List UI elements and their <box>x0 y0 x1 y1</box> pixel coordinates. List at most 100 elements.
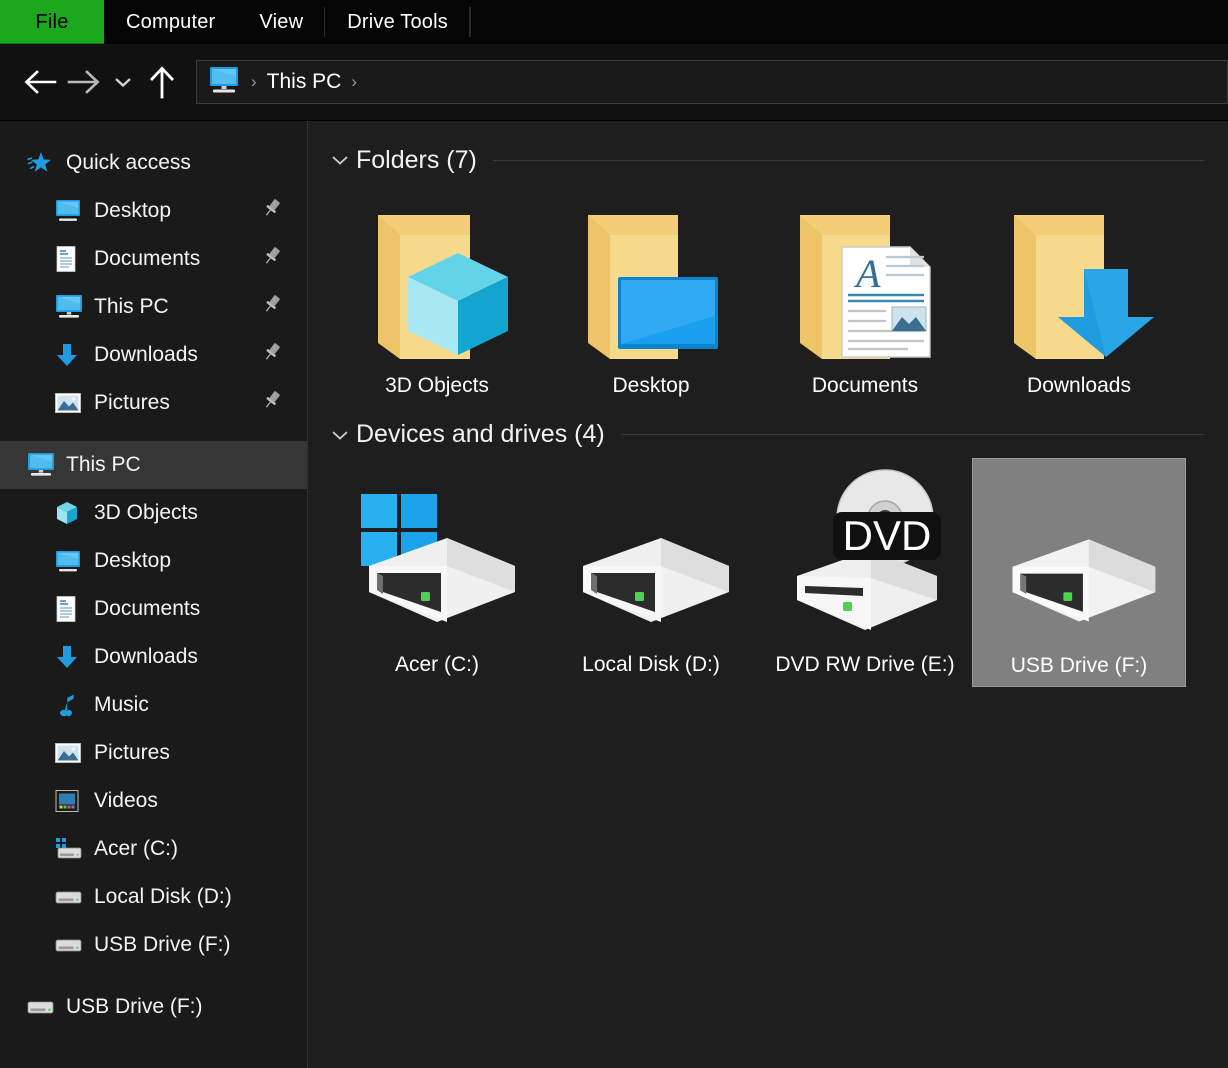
downloads-arrow-icon <box>54 643 92 671</box>
group-header-devices[interactable]: Devices and drives (4) <box>330 418 1228 452</box>
file-explorer-window: File Computer View Drive Tools <box>0 0 1228 1068</box>
dvd-drive-icon: DVD <box>775 466 955 646</box>
sidebar-label: This PC <box>94 295 169 319</box>
sidebar-label: This PC <box>66 453 141 477</box>
documents-icon <box>54 595 92 623</box>
group-title: Folders (7) <box>356 146 477 175</box>
tile-local-disk-d[interactable]: Local Disk (D:) <box>544 458 758 687</box>
pin-icon[interactable] <box>261 293 283 321</box>
drive-icon <box>54 934 92 956</box>
back-icon[interactable] <box>18 60 62 104</box>
sidebar-label: Music <box>94 693 149 717</box>
sidebar-label: Pictures <box>94 741 170 765</box>
tab-view[interactable]: View <box>237 0 325 44</box>
dvd-badge-text: DVD <box>843 512 932 559</box>
sidebar-item-pictures[interactable]: Pictures <box>0 729 307 777</box>
sidebar-label: Local Disk (D:) <box>94 885 232 909</box>
sidebar-item-desktop[interactable]: Desktop <box>0 537 307 585</box>
tile-label: Downloads <box>1027 373 1131 400</box>
system-drive-icon <box>347 466 527 646</box>
sidebar-item-desktop-quick[interactable]: Desktop <box>0 187 307 235</box>
items-view[interactable]: Folders (7) 3D Obj <box>308 121 1228 1068</box>
sidebar-item-music[interactable]: Music <box>0 681 307 729</box>
group-rule <box>621 434 1204 435</box>
folder-desktop-icon <box>566 191 736 367</box>
breadcrumb-this-pc[interactable]: This PC <box>267 70 342 94</box>
this-pc-icon <box>54 294 92 320</box>
sidebar-label: Desktop <box>94 199 171 223</box>
pin-icon[interactable] <box>261 341 283 369</box>
sidebar-spacer <box>0 427 307 441</box>
cube-icon <box>54 500 92 526</box>
tile-documents[interactable]: A Documents <box>758 183 972 406</box>
sidebar-item-3d-objects[interactable]: 3D Objects <box>0 489 307 537</box>
breadcrumb-separator-1[interactable]: › <box>347 72 361 92</box>
tab-computer[interactable]: Computer <box>104 0 237 44</box>
sidebar-label: Videos <box>94 789 158 813</box>
sidebar-label: Desktop <box>94 549 171 573</box>
tile-acer-c[interactable]: Acer (C:) <box>330 458 544 687</box>
drive-tiles: Acer (C:) Local Disk (D:) <box>330 458 1228 691</box>
group-header-folders[interactable]: Folders (7) <box>330 143 1228 177</box>
sidebar-item-this-pc-quick[interactable]: This PC <box>0 283 307 331</box>
sidebar-item-local-disk-d[interactable]: Local Disk (D:) <box>0 873 307 921</box>
usb-drive-icon <box>989 467 1169 647</box>
chevron-down-icon[interactable] <box>330 153 356 167</box>
tile-desktop[interactable]: Desktop <box>544 183 758 406</box>
pin-icon[interactable] <box>261 389 283 417</box>
ribbon-tab-filler <box>470 0 1228 44</box>
sidebar-item-quick-access[interactable]: Quick access <box>0 139 307 187</box>
forward-icon[interactable] <box>62 60 106 104</box>
pin-icon[interactable] <box>261 245 283 273</box>
sidebar-label: USB Drive (F:) <box>94 933 231 957</box>
sidebar-item-usb-drive-f[interactable]: USB Drive (F:) <box>0 921 307 969</box>
pictures-icon <box>54 741 92 765</box>
sidebar-item-pictures-quick[interactable]: Pictures <box>0 379 307 427</box>
explorer-body: Quick access Desktop <box>0 121 1228 1068</box>
ribbon-tab-bar: File Computer View Drive Tools <box>0 0 1228 44</box>
sidebar-item-usb-drive-f-root[interactable]: USB Drive (F:) <box>0 983 307 1031</box>
svg-text:A: A <box>853 251 881 296</box>
tile-label: Local Disk (D:) <box>582 652 720 679</box>
tile-3d-objects[interactable]: 3D Objects <box>330 183 544 406</box>
this-pc-icon <box>207 65 241 100</box>
chevron-down-icon[interactable] <box>330 428 356 442</box>
sidebar-label: Documents <box>94 247 200 271</box>
pin-icon[interactable] <box>261 197 283 225</box>
up-icon[interactable] <box>140 60 184 104</box>
sidebar-item-downloads[interactable]: Downloads <box>0 633 307 681</box>
folder-tiles: 3D Objects Desktop <box>330 183 1228 410</box>
sidebar-spacer-2 <box>0 969 307 983</box>
sidebar-item-videos[interactable]: Videos <box>0 777 307 825</box>
sidebar-item-documents[interactable]: Documents <box>0 585 307 633</box>
tile-label: Documents <box>812 373 918 400</box>
tile-label: 3D Objects <box>385 373 489 400</box>
sidebar-item-acer-c[interactable]: Acer (C:) <box>0 825 307 873</box>
tab-drive-tools[interactable]: Drive Tools <box>325 0 470 44</box>
navigation-pane[interactable]: Quick access Desktop <box>0 121 308 1068</box>
folder-3d-objects-icon <box>352 191 522 367</box>
sidebar-item-documents-quick[interactable]: Documents <box>0 235 307 283</box>
tile-label: DVD RW Drive (E:) <box>775 652 954 679</box>
pictures-icon <box>54 391 92 415</box>
folder-downloads-icon <box>994 191 1164 367</box>
chevron-down-icon[interactable] <box>106 60 140 104</box>
sidebar-label: Quick access <box>66 151 191 175</box>
desktop-monitor-icon <box>54 549 92 573</box>
group-title: Devices and drives (4) <box>356 420 605 449</box>
tile-usb-drive-f[interactable]: USB Drive (F:) <box>972 458 1186 687</box>
sidebar-label: Documents <box>94 597 200 621</box>
tab-file[interactable]: File <box>0 0 104 44</box>
sidebar-item-this-pc[interactable]: This PC <box>0 441 307 489</box>
sidebar-label: USB Drive (F:) <box>66 995 203 1019</box>
sidebar-label: Downloads <box>94 645 198 669</box>
quick-access-star-icon <box>26 149 64 177</box>
sidebar-item-downloads-quick[interactable]: Downloads <box>0 331 307 379</box>
drive-icon <box>561 466 741 646</box>
sidebar-label: Downloads <box>94 343 198 367</box>
tile-downloads[interactable]: Downloads <box>972 183 1186 406</box>
tile-label: USB Drive (F:) <box>1011 653 1148 680</box>
drive-icon <box>54 886 92 908</box>
tile-dvd-rw-drive-e[interactable]: DVD DVD RW Drive (E:) <box>758 458 972 687</box>
address-bar[interactable]: › This PC › <box>196 60 1228 104</box>
